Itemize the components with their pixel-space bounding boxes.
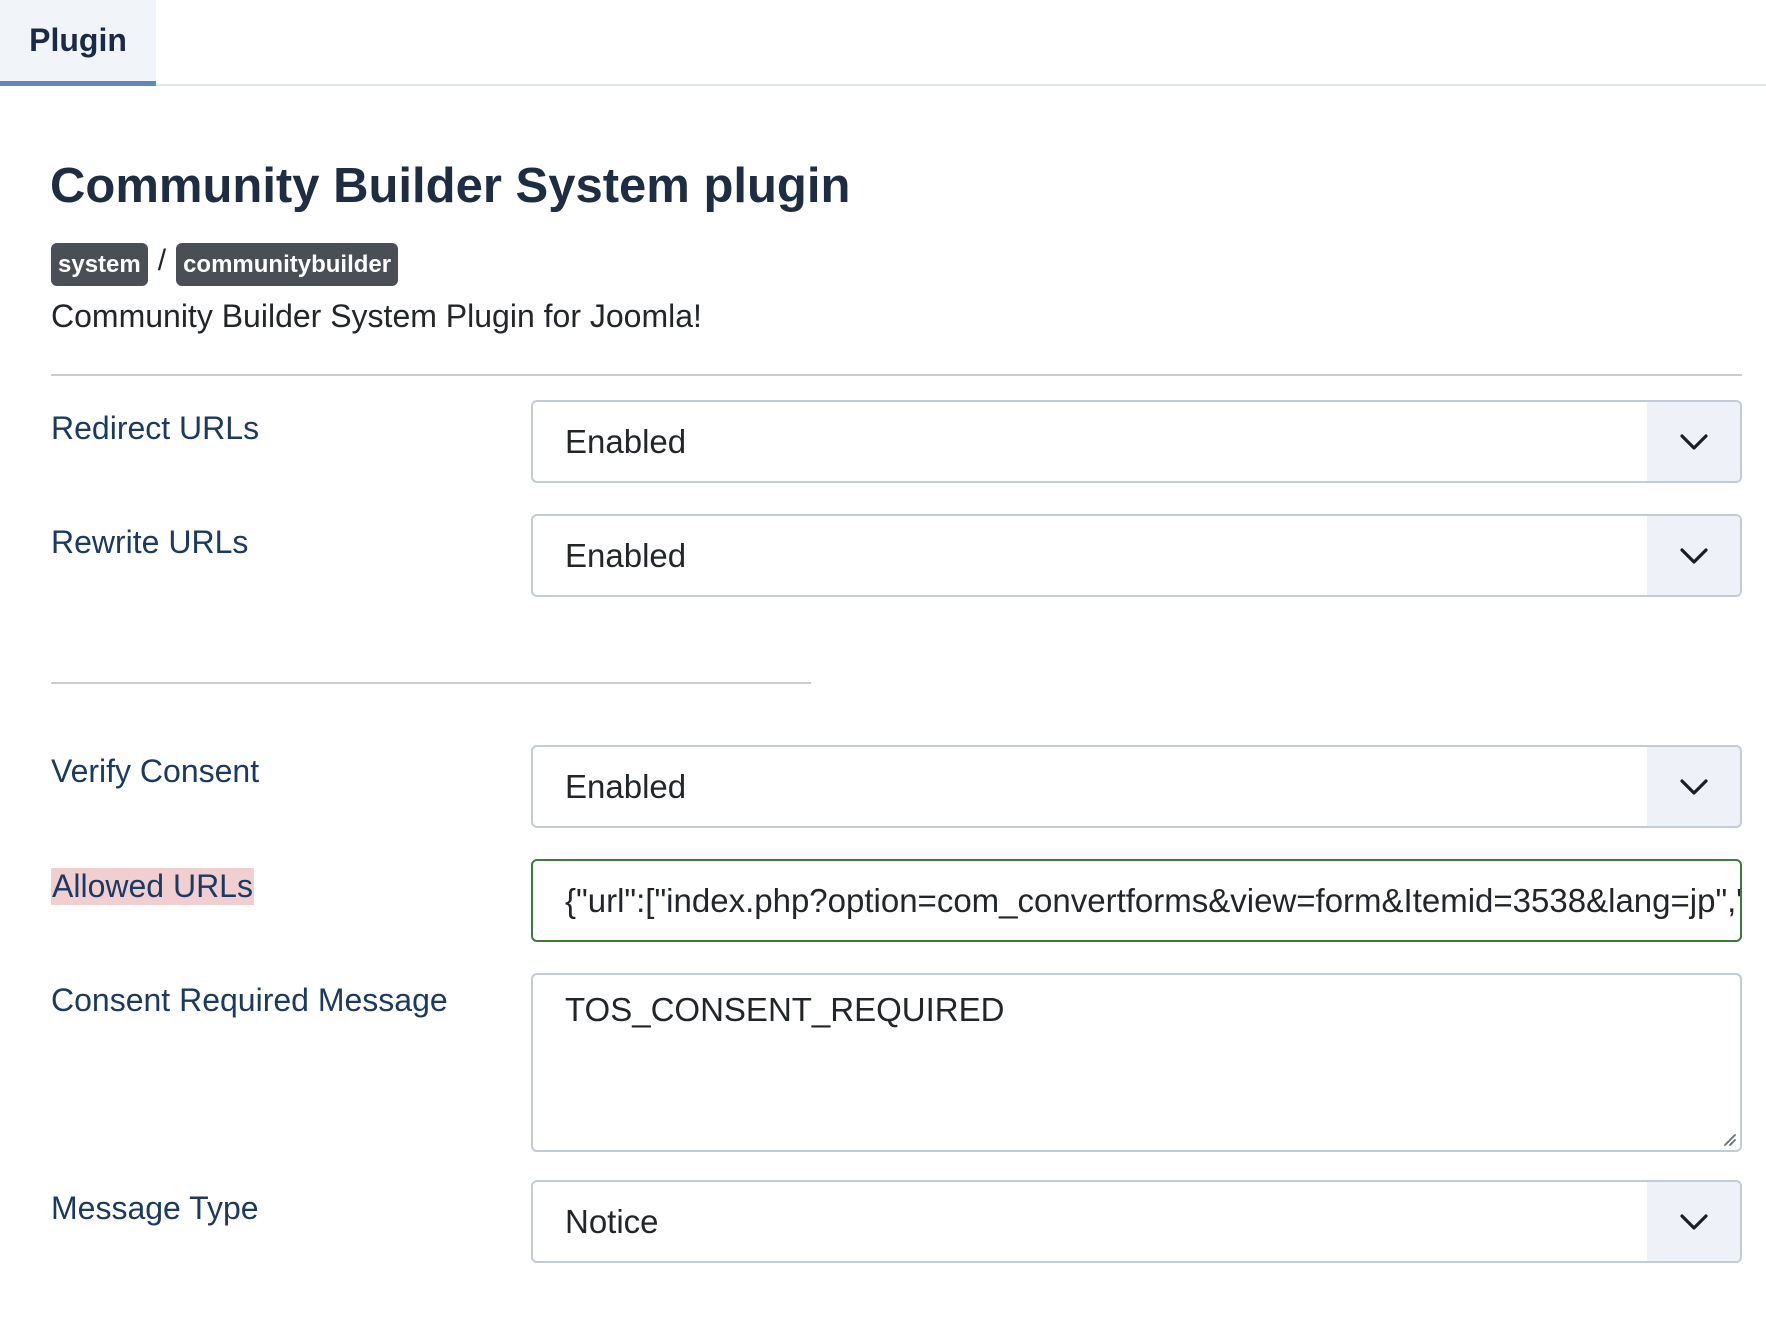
allowed-urls-value: {"url":["index.php?option=com_convertfor… bbox=[565, 882, 1740, 919]
consent-message-textarea[interactable]: TOS_CONSENT_REQUIRED bbox=[531, 973, 1742, 1152]
badge-plugin-group: system bbox=[51, 243, 148, 286]
plugin-settings-page: Plugin Community Builder System plugin s… bbox=[0, 0, 1766, 1332]
verify-consent-label: Verify Consent bbox=[51, 753, 260, 789]
redirect-urls-value: Enabled bbox=[565, 423, 687, 460]
consent-message-label: Consent Required Message bbox=[51, 982, 448, 1018]
badge-plugin-element: communitybuilder bbox=[176, 243, 399, 286]
consent-message-value: TOS_CONSENT_REQUIRED bbox=[565, 991, 1005, 1028]
chevron-down-icon bbox=[1647, 516, 1740, 595]
chevron-down-icon bbox=[1647, 747, 1740, 826]
message-type-select[interactable]: Notice bbox=[531, 1180, 1742, 1263]
path-separator: / bbox=[157, 244, 167, 277]
rewrite-urls-value: Enabled bbox=[565, 537, 687, 574]
rewrite-urls-select[interactable]: Enabled bbox=[531, 514, 1742, 597]
tab-plugin[interactable]: Plugin bbox=[0, 0, 156, 86]
divider bbox=[51, 374, 1742, 376]
allowed-urls-input[interactable]: {"url":["index.php?option=com_convertfor… bbox=[531, 859, 1742, 942]
page-title: Community Builder System plugin bbox=[50, 159, 851, 213]
plugin-path: system / communitybuilder bbox=[51, 243, 399, 286]
plugin-description: Community Builder System Plugin for Joom… bbox=[51, 298, 702, 334]
message-type-label: Message Type bbox=[51, 1190, 259, 1226]
section-divider bbox=[51, 682, 811, 684]
tab-bar: Plugin bbox=[0, 0, 1766, 86]
chevron-down-icon bbox=[1647, 1182, 1740, 1261]
allowed-urls-label: Allowed URLs bbox=[51, 868, 254, 905]
message-type-value: Notice bbox=[565, 1203, 659, 1240]
rewrite-urls-label: Rewrite URLs bbox=[51, 524, 249, 560]
chevron-down-icon bbox=[1647, 402, 1740, 481]
verify-consent-value: Enabled bbox=[565, 768, 687, 805]
redirect-urls-label: Redirect URLs bbox=[51, 410, 260, 446]
redirect-urls-select[interactable]: Enabled bbox=[531, 400, 1742, 483]
verify-consent-select[interactable]: Enabled bbox=[531, 745, 1742, 828]
resize-grip-icon[interactable] bbox=[1719, 1129, 1737, 1147]
